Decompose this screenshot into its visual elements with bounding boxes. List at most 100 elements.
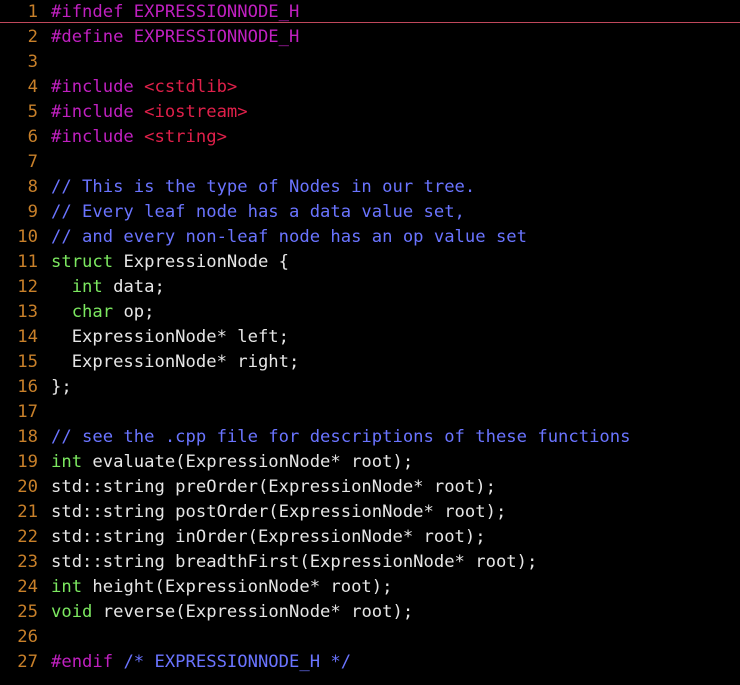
- code-token: // see the .cpp file for descriptions of…: [51, 427, 631, 447]
- code-token: evaluate(ExpressionNode* root);: [82, 452, 414, 472]
- line-code: // see the .cpp file for descriptions of…: [51, 427, 630, 447]
- line-code: std::string postOrder(ExpressionNode* ro…: [51, 502, 506, 522]
- code-line[interactable]: 23 std::string breadthFirst(ExpressionNod…: [0, 550, 740, 575]
- line-code: void reverse(ExpressionNode* root);: [51, 602, 413, 622]
- line-number: 10: [17, 227, 38, 247]
- code-token: ExpressionNode* right;: [51, 352, 300, 372]
- code-line[interactable]: 7: [0, 150, 740, 175]
- code-editor[interactable]: 1 #ifndef EXPRESSIONNODE_H 2 #define EXPRES…: [0, 0, 740, 685]
- line-code: #include <iostream>: [51, 102, 248, 122]
- code-line[interactable]: 3: [0, 50, 740, 75]
- line-number: 11: [17, 252, 38, 272]
- code-line[interactable]: 15 ExpressionNode* right;: [0, 350, 740, 375]
- line-code: std::string breadthFirst(ExpressionNode*…: [51, 552, 537, 572]
- line-code: };: [51, 377, 72, 397]
- code-token: #include: [51, 77, 145, 97]
- code-line[interactable]: 24 int height(ExpressionNode* root);: [0, 575, 740, 600]
- code-token: int: [51, 577, 83, 597]
- code-token: <string>: [144, 127, 227, 147]
- line-number: 8: [27, 177, 38, 197]
- line-code: int evaluate(ExpressionNode* root);: [51, 452, 413, 472]
- line-number: 13: [17, 302, 38, 322]
- line-number: 9: [27, 202, 38, 222]
- line-number: 14: [17, 327, 38, 347]
- code-line[interactable]: 4 #include <cstdlib>: [0, 75, 740, 100]
- code-line[interactable]: 10 // and every non-leaf node has an op v…: [0, 225, 740, 250]
- line-code: #endif /* EXPRESSIONNODE_H */: [51, 652, 351, 672]
- code-line[interactable]: 18 // see the .cpp file for descriptions …: [0, 425, 740, 450]
- code-token: // and every non-leaf node has an op val…: [51, 227, 527, 247]
- code-line[interactable]: 19 int evaluate(ExpressionNode* root);: [0, 450, 740, 475]
- code-line[interactable]: 21 std::string postOrder(ExpressionNode* …: [0, 500, 740, 525]
- code-line[interactable]: 20 std::string preOrder(ExpressionNode* r…: [0, 475, 740, 500]
- code-token: std::string preOrder(ExpressionNode* roo…: [51, 477, 496, 497]
- code-token: height(ExpressionNode* root);: [82, 577, 393, 597]
- line-code: #include <cstdlib>: [51, 77, 237, 97]
- line-number: 6: [27, 127, 38, 147]
- line-code: // Every leaf node has a data value set,: [51, 202, 465, 222]
- code-token: std::string breadthFirst(ExpressionNode*…: [51, 552, 538, 572]
- line-code: ExpressionNode* right;: [51, 352, 300, 372]
- line-number: 4: [27, 77, 38, 97]
- code-line[interactable]: 8 // This is the type of Nodes in our tre…: [0, 175, 740, 200]
- code-line[interactable]: 17: [0, 400, 740, 425]
- code-token: // Every leaf node has a data value set,: [51, 202, 465, 222]
- code-line[interactable]: 9 // Every leaf node has a data value set…: [0, 200, 740, 225]
- line-number: 15: [17, 352, 38, 372]
- line-number: 5: [27, 102, 38, 122]
- code-token: data;: [102, 277, 165, 297]
- line-code: // This is the type of Nodes in our tree…: [51, 177, 475, 197]
- line-code: #include <string>: [51, 127, 227, 147]
- code-token: #include: [51, 102, 145, 122]
- line-number: 7: [27, 152, 38, 172]
- line-number: 3: [27, 52, 38, 72]
- line-code: #define EXPRESSIONNODE_H: [51, 27, 299, 47]
- code-line[interactable]: 22 std::string inOrder(ExpressionNode* ro…: [0, 525, 740, 550]
- code-token: // This is the type of Nodes in our tree…: [51, 177, 476, 197]
- code-token: };: [51, 377, 72, 397]
- line-code: std::string preOrder(ExpressionNode* roo…: [51, 477, 496, 497]
- line-number: 25: [17, 602, 38, 622]
- code-line[interactable]: 2 #define EXPRESSIONNODE_H: [0, 25, 740, 50]
- code-token: #define EXPRESSIONNODE_H: [51, 27, 300, 47]
- line-number: 24: [17, 577, 38, 597]
- line-number: 16: [17, 377, 38, 397]
- line-code: #ifndef EXPRESSIONNODE_H: [51, 2, 299, 22]
- line-number: 2: [27, 27, 38, 47]
- code-token: ExpressionNode {: [113, 252, 290, 272]
- code-line[interactable]: 13 char op;: [0, 300, 740, 325]
- code-line[interactable]: 26: [0, 625, 740, 650]
- code-line[interactable]: 5 #include <iostream>: [0, 100, 740, 125]
- line-code: std::string inOrder(ExpressionNode* root…: [51, 527, 486, 547]
- code-line[interactable]: 14 ExpressionNode* left;: [0, 325, 740, 350]
- code-token: int: [51, 452, 83, 472]
- line-number: 1: [27, 2, 38, 22]
- line-number: 27: [17, 652, 38, 672]
- code-token: <cstdlib>: [144, 77, 238, 97]
- code-token: std::string postOrder(ExpressionNode* ro…: [51, 502, 507, 522]
- line-number: 23: [17, 552, 38, 572]
- code-token: ExpressionNode* left;: [51, 327, 289, 347]
- code-line[interactable]: 16};: [0, 375, 740, 400]
- code-token: int: [71, 277, 103, 297]
- line-code: int height(ExpressionNode* root);: [51, 577, 392, 597]
- line-number: 18: [17, 427, 38, 447]
- code-line[interactable]: 27 #endif /* EXPRESSIONNODE_H */: [0, 650, 740, 675]
- line-code: ExpressionNode* left;: [51, 327, 289, 347]
- code-token: #ifndef EXPRESSIONNODE_H: [51, 2, 300, 22]
- line-number: 22: [17, 527, 38, 547]
- line-number: 12: [17, 277, 38, 297]
- code-token: /* EXPRESSIONNODE_H */: [123, 652, 352, 672]
- code-line[interactable]: 11 struct ExpressionNode {: [0, 250, 740, 275]
- code-line[interactable]: 12 int data;: [0, 275, 740, 300]
- code-line[interactable]: 6 #include <string>: [0, 125, 740, 150]
- line-code: // and every non-leaf node has an op val…: [51, 227, 527, 247]
- line-code: struct ExpressionNode {: [51, 252, 289, 272]
- code-token: <iostream>: [144, 102, 248, 122]
- code-token: #endif: [51, 652, 124, 672]
- code-lines: 1 #ifndef EXPRESSIONNODE_H 2 #define EXPRES…: [0, 0, 740, 675]
- code-line[interactable]: 1 #ifndef EXPRESSIONNODE_H: [0, 0, 740, 25]
- code-line[interactable]: 25 void reverse(ExpressionNode* root);: [0, 600, 740, 625]
- line-code: char op;: [51, 302, 155, 322]
